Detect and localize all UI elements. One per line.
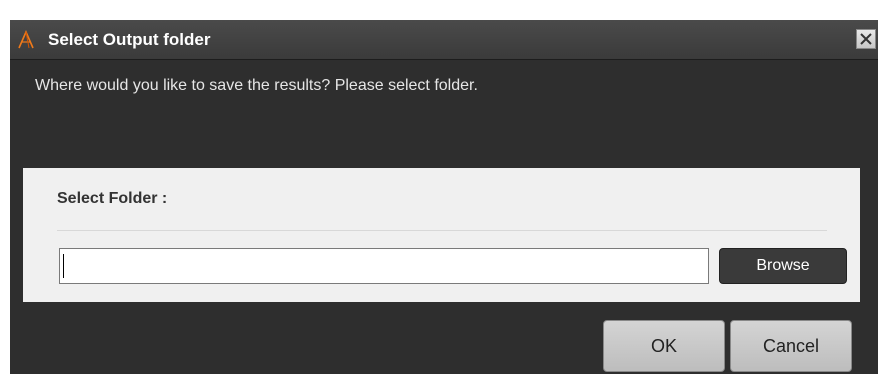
ok-button[interactable]: OK [603, 320, 725, 372]
dialog-titlebar[interactable]: Select Output folder [10, 20, 878, 60]
close-icon [860, 33, 872, 45]
select-output-folder-dialog: Select Output folder Where would you lik… [10, 20, 878, 374]
browse-button[interactable]: Browse [719, 248, 847, 284]
panel-divider [57, 230, 827, 231]
close-button[interactable] [856, 29, 876, 49]
folder-path-input[interactable] [59, 248, 709, 284]
select-folder-label: Select Folder : [57, 190, 168, 207]
app-logo-icon [16, 30, 36, 50]
text-cursor [63, 254, 64, 278]
cancel-button[interactable]: Cancel [730, 320, 852, 372]
dialog-title: Select Output folder [48, 30, 211, 49]
folder-selection-panel: Select Folder : Browse [23, 168, 860, 302]
dialog-prompt: Where would you like to save the results… [35, 77, 478, 94]
